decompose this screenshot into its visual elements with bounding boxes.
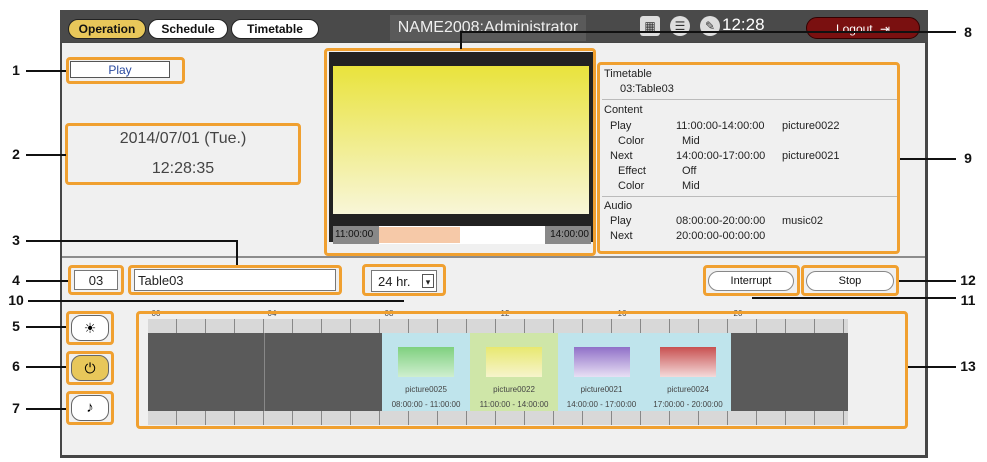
callout-label-13: 13	[960, 358, 976, 374]
callout-label-4: 4	[12, 272, 20, 288]
callout-box-1	[66, 57, 185, 84]
tab-timetable[interactable]: Timetable	[231, 19, 319, 39]
page-title: NAME2008:Administrator	[390, 15, 586, 41]
callout-label-1: 1	[12, 62, 20, 78]
leader-line-1	[26, 70, 66, 72]
callout-label-5: 5	[12, 318, 20, 334]
list-icon[interactable]: ☰	[670, 16, 690, 36]
callout-box-11	[703, 265, 800, 296]
logout-button[interactable]: Logout ⇥	[806, 17, 920, 39]
tab-schedule[interactable]: Schedule	[148, 19, 228, 39]
leader-line-7	[26, 408, 66, 410]
callout-box-12	[801, 265, 899, 296]
callout-label-11: 11	[960, 292, 976, 308]
callout-label-8: 8	[964, 24, 972, 40]
callout-box-5	[66, 311, 114, 345]
leader-line-10	[28, 300, 404, 302]
leader-line-5	[26, 326, 66, 328]
callout-label-3: 3	[12, 232, 20, 248]
leader-line-13	[908, 366, 956, 368]
callout-box-8	[324, 48, 596, 256]
leader-line-8	[460, 31, 956, 33]
callout-label-7: 7	[12, 400, 20, 416]
leader-line-6	[26, 366, 66, 368]
callout-box-10	[362, 264, 446, 296]
wrench-icon[interactable]: ✎	[700, 16, 720, 36]
leader-line-3b	[236, 240, 238, 265]
callout-box-9	[597, 62, 900, 254]
leader-line-12	[899, 280, 956, 282]
callout-box-7	[66, 391, 114, 425]
logout-label: Logout	[835, 22, 873, 36]
callout-box-4	[68, 265, 124, 295]
callout-label-2: 2	[12, 146, 20, 162]
leader-line-2	[26, 154, 66, 156]
callout-box-2	[65, 123, 301, 185]
header-clock: 12:28	[722, 15, 765, 34]
leader-line-11	[752, 297, 956, 299]
calendar-icon[interactable]: ▦	[640, 16, 660, 36]
leader-line-4	[26, 280, 68, 282]
leader-line-9	[900, 158, 956, 160]
leader-line-3	[26, 240, 236, 242]
leader-line-8b	[460, 31, 462, 49]
callout-box-13	[136, 311, 908, 429]
callout-box-3	[128, 265, 342, 295]
callout-label-12: 12	[960, 272, 976, 288]
callout-label-9: 9	[964, 150, 972, 166]
tab-operation[interactable]: Operation	[68, 19, 146, 39]
logout-icon: ⇥	[879, 22, 891, 36]
callout-label-6: 6	[12, 358, 20, 374]
callout-label-10: 10	[8, 292, 24, 308]
panel-divider	[62, 256, 925, 258]
callout-box-6	[66, 351, 114, 385]
